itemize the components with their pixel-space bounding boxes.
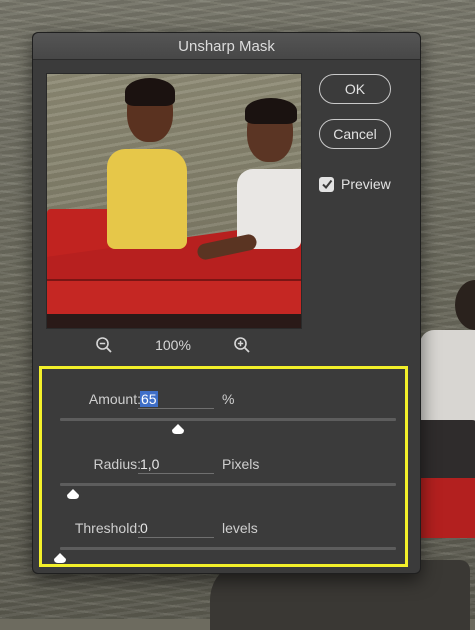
threshold-row: Threshold: 0 levels [42,516,405,540]
radius-slider[interactable] [60,483,396,499]
amount-value: 65 [140,391,158,407]
preview-label: Preview [341,176,391,192]
threshold-input[interactable]: 0 [138,518,214,538]
ok-button[interactable]: OK [319,74,391,104]
preview-checkbox-row[interactable]: Preview [319,175,391,193]
amount-row: Amount: 65 % [42,387,405,411]
radius-row: Radius: 1,0 Pixels [42,452,405,476]
preview-image[interactable] [46,73,302,329]
dialog-title[interactable]: Unsharp Mask [33,33,420,60]
amount-label: Amount: [88,391,141,407]
radius-input[interactable]: 1,0 [138,454,214,474]
preview-kid-hair [245,98,297,124]
zoom-out-icon[interactable] [95,336,113,354]
settings-panel: Amount: 65 % Radius: 1,0 Pixels Threshol… [39,366,408,567]
amount-input[interactable]: 65 [138,389,214,409]
radius-label: Radius: [93,456,141,472]
preview-kid-hair [125,78,175,106]
zoom-level: 100% [155,337,191,353]
checkmark-icon [321,179,332,190]
preview-kid-yellow-shirt [107,149,187,249]
threshold-unit: levels [222,520,258,536]
radius-unit: Pixels [222,456,260,472]
cancel-button[interactable]: Cancel [319,119,391,149]
unsharp-mask-dialog: Unsharp Mask 100% OK Cancel Preview Amou… [32,32,421,574]
amount-unit: % [222,391,235,407]
preview-checkbox[interactable] [319,176,334,192]
zoom-in-icon[interactable] [233,336,251,354]
zoom-controls: 100% [46,333,300,357]
threshold-label: Threshold: [74,520,141,536]
preview-boat-shadow [47,314,301,328]
amount-slider[interactable] [60,418,396,434]
threshold-slider[interactable] [54,547,396,563]
